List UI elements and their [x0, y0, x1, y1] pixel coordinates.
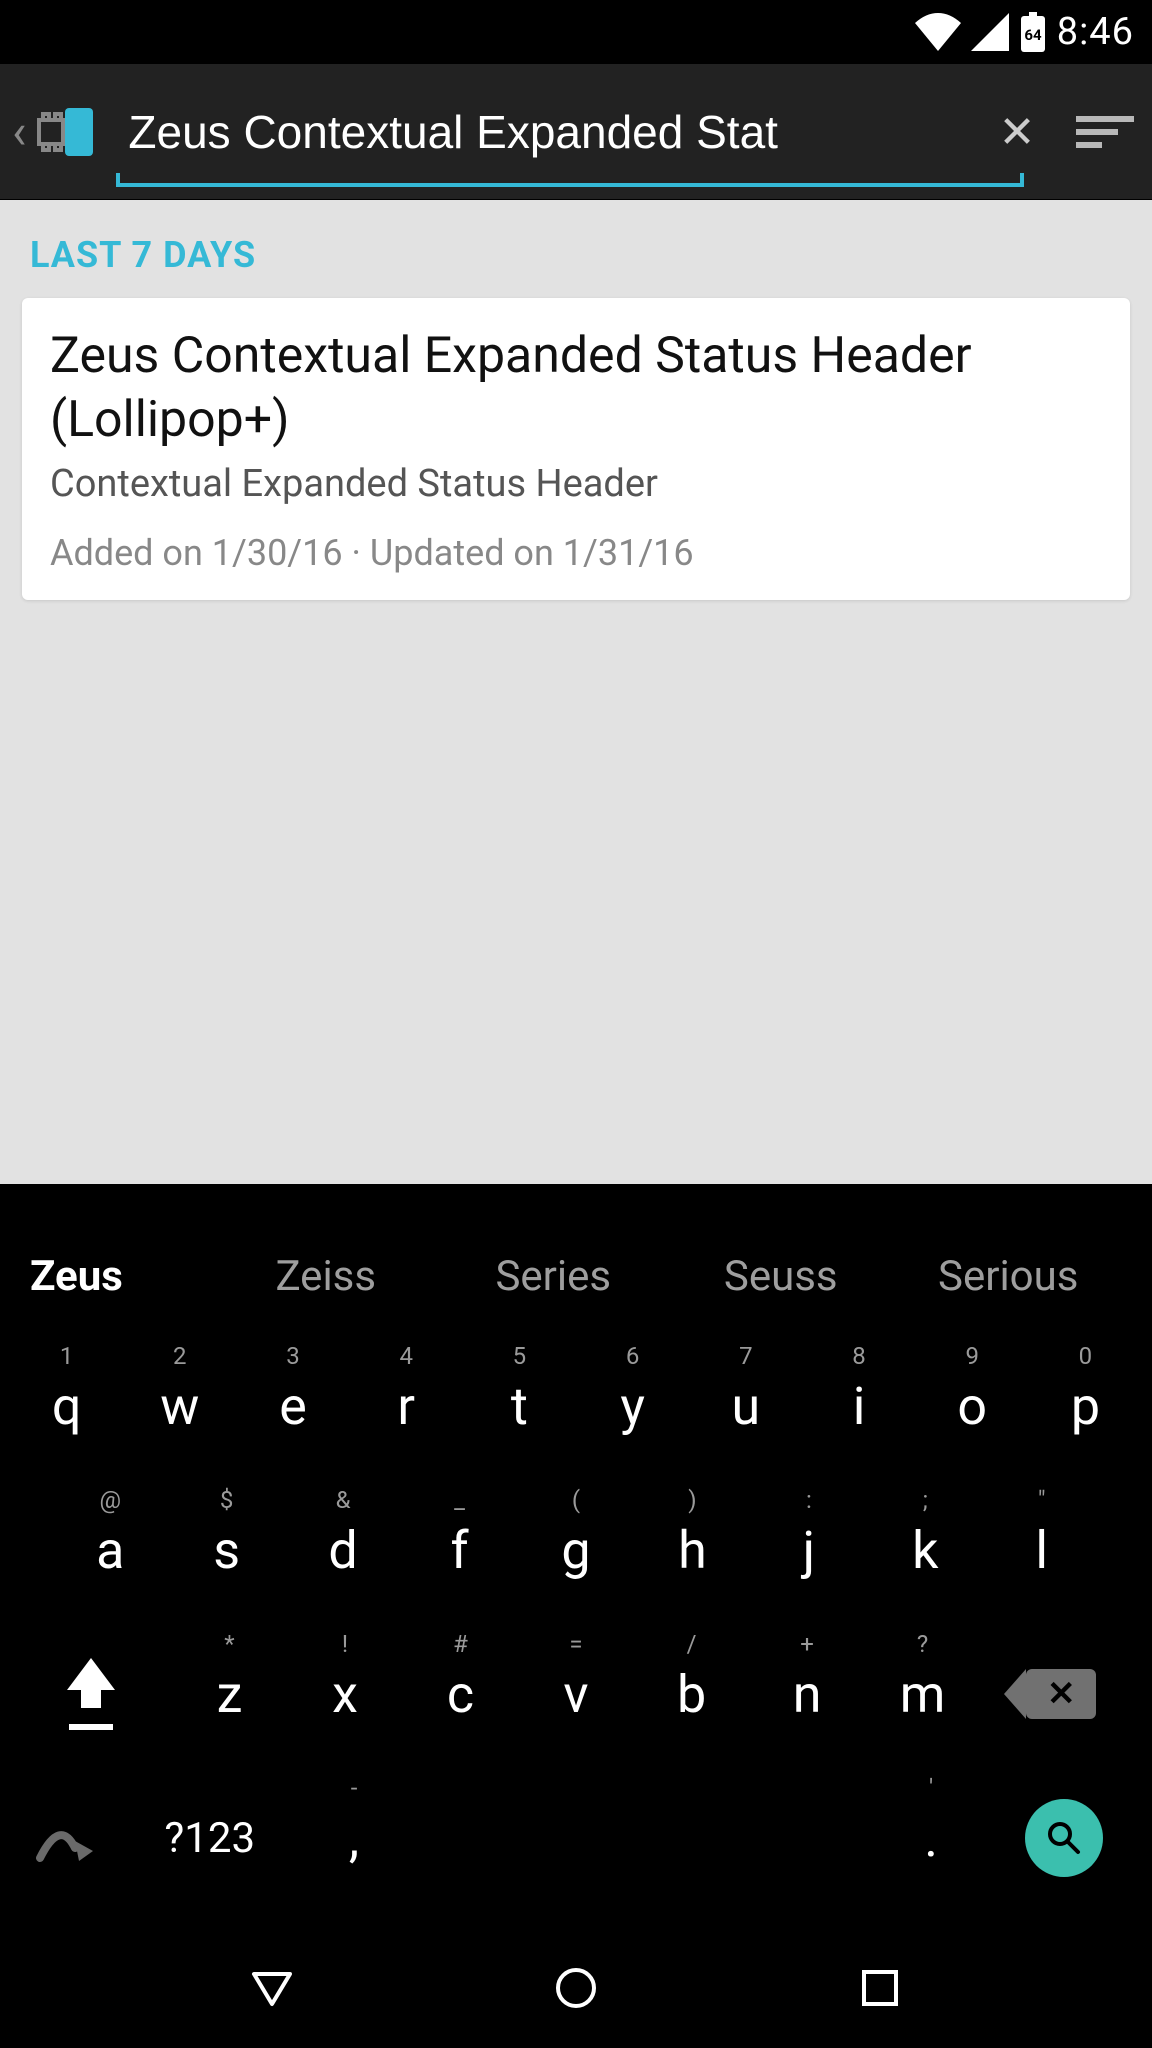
- search-icon: [1044, 1818, 1084, 1858]
- nav-recents-button[interactable]: [850, 1958, 910, 2018]
- status-time: 8:46: [1057, 10, 1134, 54]
- clear-search-button[interactable]: ✕: [984, 99, 1050, 165]
- key-h[interactable]: )h: [634, 1478, 750, 1622]
- key-g[interactable]: (g: [518, 1478, 634, 1622]
- content-area: LAST 7 DAYS Zeus Contextual Expanded Sta…: [0, 200, 1152, 1184]
- key-x[interactable]: !x: [287, 1622, 403, 1766]
- battery-icon: 64: [1019, 12, 1047, 52]
- search-input[interactable]: [128, 97, 964, 167]
- search-underline: [116, 183, 1024, 187]
- key-j[interactable]: :j: [751, 1478, 867, 1622]
- suggestion-item[interactable]: Seuss: [667, 1252, 895, 1301]
- key-s[interactable]: $s: [168, 1478, 284, 1622]
- space-key[interactable]: [410, 1766, 876, 1910]
- suggestion-bar: Zeus Zeiss Series Seuss Serious: [0, 1224, 1152, 1330]
- navigation-bar: [0, 1928, 1152, 2048]
- search-action-key[interactable]: [987, 1766, 1142, 1910]
- key-t[interactable]: 5t: [463, 1334, 576, 1478]
- key-m[interactable]: ?m: [865, 1622, 981, 1766]
- swype-icon: [35, 1813, 95, 1863]
- key-o[interactable]: 9o: [916, 1334, 1029, 1478]
- key-q[interactable]: 1q: [10, 1334, 123, 1478]
- chevron-left-icon: ‹: [12, 108, 26, 156]
- suggestion-item[interactable]: Series: [440, 1252, 668, 1301]
- triangle-down-icon: [248, 1964, 296, 2012]
- key-l[interactable]: "l: [984, 1478, 1100, 1622]
- nav-home-button[interactable]: [546, 1958, 606, 2018]
- key-k[interactable]: ;k: [867, 1478, 983, 1622]
- key-u[interactable]: 7u: [689, 1334, 802, 1478]
- svg-text:64: 64: [1024, 26, 1042, 44]
- suggestion-item[interactable]: Serious: [895, 1252, 1123, 1301]
- wifi-icon: [915, 13, 961, 51]
- back-button[interactable]: ‹: [12, 64, 100, 199]
- key-d[interactable]: &d: [285, 1478, 401, 1622]
- key-b[interactable]: /b: [634, 1622, 750, 1766]
- key-a[interactable]: @a: [52, 1478, 168, 1622]
- backspace-key[interactable]: ✕: [980, 1622, 1142, 1766]
- symbols-key[interactable]: ?123: [121, 1766, 299, 1910]
- key-z[interactable]: *z: [172, 1622, 288, 1766]
- status-bar: 64 8:46: [0, 0, 1152, 64]
- shift-key[interactable]: [10, 1622, 172, 1766]
- key-r[interactable]: 4r: [350, 1334, 463, 1478]
- cellular-icon: [971, 13, 1009, 51]
- circle-icon: [552, 1964, 600, 2012]
- backspace-icon: ✕: [1026, 1669, 1096, 1719]
- result-meta: Added on 1/30/16 · Updated on 1/31/16: [50, 532, 1102, 574]
- close-icon: ✕: [999, 106, 1036, 158]
- action-bar: ‹ ✕: [0, 64, 1152, 200]
- key-e[interactable]: 3e: [236, 1334, 349, 1478]
- square-icon: [858, 1966, 902, 2010]
- period-key[interactable]: '.: [876, 1766, 987, 1910]
- key-w[interactable]: 2w: [123, 1334, 236, 1478]
- section-header: LAST 7 DAYS: [30, 234, 1122, 276]
- keyboard: Zeus Zeiss Series Seuss Serious 1q2w3e4r…: [0, 1224, 1152, 1928]
- search-field[interactable]: [128, 64, 964, 199]
- result-card[interactable]: Zeus Contextual Expanded Status Header (…: [22, 298, 1130, 600]
- result-title: Zeus Contextual Expanded Status Header (…: [50, 324, 1102, 452]
- result-subtitle: Contextual Expanded Status Header: [50, 462, 1102, 506]
- nav-back-button[interactable]: [242, 1958, 302, 2018]
- key-c[interactable]: #c: [403, 1622, 519, 1766]
- swype-key[interactable]: [10, 1766, 121, 1910]
- sort-button[interactable]: [1070, 97, 1140, 167]
- suggestion-item[interactable]: Zeus: [30, 1252, 212, 1301]
- key-i[interactable]: 8i: [802, 1334, 915, 1478]
- key-f[interactable]: _f: [401, 1478, 517, 1622]
- suggestion-item[interactable]: Zeiss: [212, 1252, 440, 1301]
- key-n[interactable]: +n: [749, 1622, 865, 1766]
- key-p[interactable]: 0p: [1029, 1334, 1142, 1478]
- key-v[interactable]: =v: [518, 1622, 634, 1766]
- comma-key[interactable]: -,: [299, 1766, 410, 1910]
- app-logo-icon: [30, 97, 100, 167]
- key-y[interactable]: 6y: [576, 1334, 689, 1478]
- shift-icon: [67, 1658, 115, 1690]
